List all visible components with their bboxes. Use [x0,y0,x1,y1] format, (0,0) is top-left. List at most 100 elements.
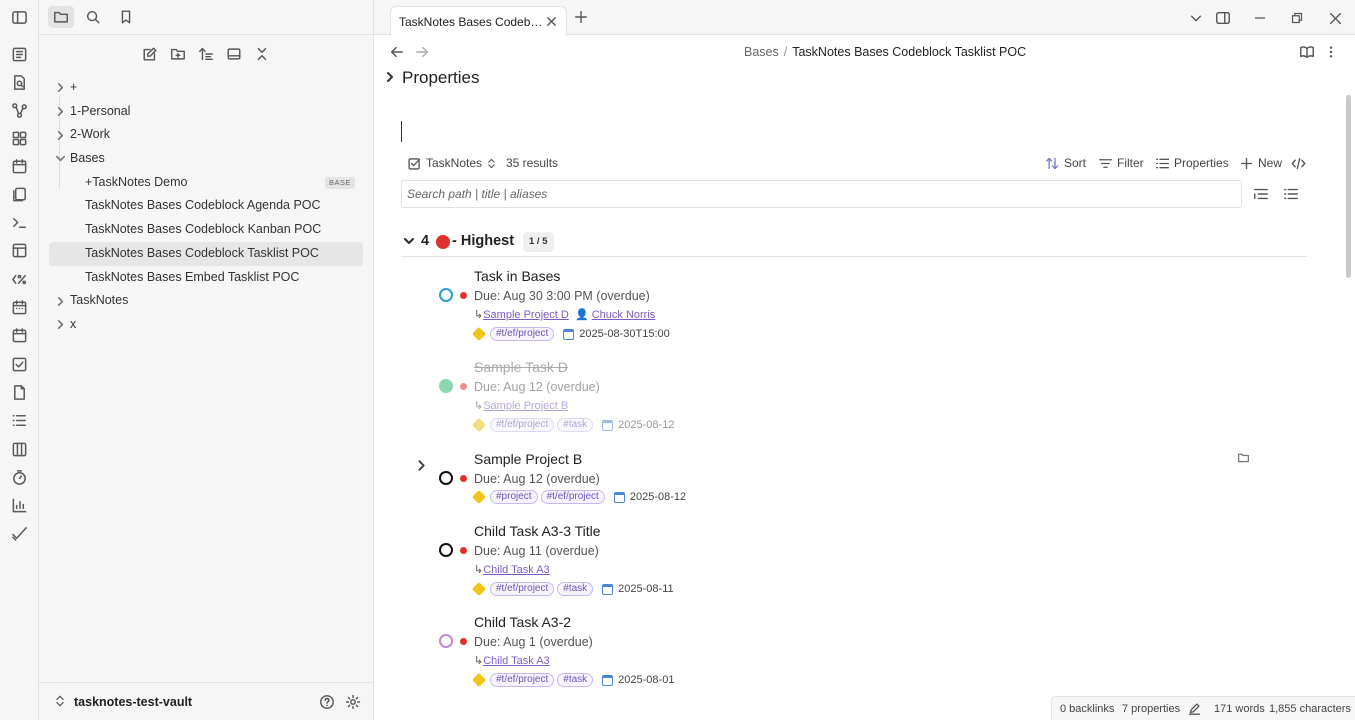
layout-icon[interactable] [10,241,28,259]
task-title[interactable]: Task in Bases [474,268,560,284]
breadcrumb-parent[interactable]: Bases [744,45,779,59]
settings-gear-icon[interactable] [344,693,362,711]
back-arrow-icon[interactable] [388,43,406,61]
auto-reveal-icon[interactable] [224,44,244,64]
folder-icon[interactable] [1237,451,1250,467]
calendar-icon[interactable] [10,157,28,175]
calendar-grid-icon[interactable] [10,298,28,316]
status-circle[interactable] [439,543,453,557]
list-icon[interactable] [10,411,28,429]
percent-code-icon[interactable] [10,270,28,288]
help-icon[interactable] [318,693,336,711]
task-due[interactable]: Due: Aug 12 (overdue) [474,380,600,394]
vault-name[interactable]: tasknotes-test-vault [74,695,192,709]
sort-order-icon[interactable] [196,44,216,64]
task-card[interactable]: Child Task A3-3 Title Due: Aug 11 (overd… [401,523,1307,609]
outline-indent-icon[interactable] [1253,186,1269,202]
more-options-icon[interactable] [1322,43,1340,61]
task-due[interactable]: Due: Aug 30 3:00 PM (overdue) [474,289,650,303]
task-due[interactable]: Due: Aug 11 (overdue) [474,544,599,558]
task-card[interactable]: Child Task A3-2 Due: Aug 1 (overdue) ↳Ch… [401,614,1307,700]
pages-icon[interactable] [10,185,28,203]
person-link[interactable]: Chuck Norris [592,309,656,321]
tree-file-selected[interactable]: TaskNotes Bases Codeblock Tasklist POC [49,241,363,266]
chevron-right-icon[interactable] [415,459,428,475]
search-input[interactable] [402,181,1241,207]
priority-dot[interactable] [460,292,467,299]
task-title[interactable]: Child Task A3-2 [474,614,571,630]
tag-pill[interactable]: #task [557,673,594,687]
tree-folder[interactable]: x [49,313,363,337]
search-icon[interactable] [80,6,106,28]
new-folder-icon[interactable] [168,44,188,64]
chevron-updown-icon[interactable] [53,694,67,711]
kanban-icon[interactable] [10,440,28,458]
tree-folder[interactable]: 1-Personal [49,100,363,124]
forward-arrow-icon[interactable] [413,43,431,61]
reading-view-book-icon[interactable] [1298,43,1316,61]
tag-pill[interactable]: #t/ef/project [490,418,555,432]
tree-file[interactable]: TaskNotes Bases Codeblock Agenda POC [49,194,363,218]
task-due[interactable]: Due: Aug 12 (overdue) [474,472,600,486]
group-header-highest[interactable]: 4 - Highest 1 / 5 [401,231,1307,257]
close-window-icon[interactable] [1326,9,1344,27]
tab-list-chevron-down-icon[interactable] [1187,9,1205,27]
document-icon[interactable] [10,383,28,401]
timer-icon[interactable] [10,468,28,486]
close-icon[interactable] [546,15,558,27]
blocks-icon[interactable] [10,129,28,147]
tag-pill[interactable]: #t/ef/project [490,327,555,341]
file-search-icon[interactable] [10,73,28,91]
project-link[interactable]: Sample Project B [483,400,568,412]
task-card[interactable]: Task in Bases Due: Aug 30 3:00 PM (overd… [401,268,1307,354]
minimize-icon[interactable] [1251,9,1269,27]
tag-pill[interactable]: #t/ef/project [490,673,555,687]
sidebar-toggle-icon[interactable] [10,8,28,26]
priority-dot[interactable] [460,383,467,390]
dashboard-icon[interactable] [10,45,28,63]
tree-folder[interactable]: 2-Work [49,123,363,147]
status-circle[interactable] [439,471,453,485]
code-view-icon[interactable] [1291,153,1306,173]
task-title[interactable]: Sample Task D [474,359,568,375]
bookmark-icon[interactable] [113,6,139,28]
tag-pill[interactable]: #t/ef/project [490,582,555,596]
new-button[interactable]: New [1239,153,1282,173]
properties-button[interactable]: Properties [1155,153,1229,173]
tag-pill[interactable]: #task [557,418,594,432]
collapse-all-icon[interactable] [252,44,272,64]
graph-icon[interactable] [10,101,28,119]
sort-button[interactable]: Sort [1045,153,1086,173]
breadcrumb-current[interactable]: TaskNotes Bases Codeblock Tasklist POC [792,45,1026,59]
project-link[interactable]: Child Task A3 [483,655,549,667]
backlinks-count[interactable]: 0 backlinks [1060,703,1114,715]
status-circle[interactable] [439,288,453,302]
editor-scrollbar[interactable] [1346,95,1351,278]
files-tab-icon[interactable] [48,6,74,28]
task-title[interactable]: Child Task A3-3 Title [474,523,601,539]
task-title[interactable]: Sample Project B [474,451,582,467]
terminal-icon[interactable] [10,213,28,231]
chart-icon[interactable] [10,496,28,514]
status-circle-done[interactable] [439,379,453,393]
view-selector[interactable]: TaskNotes [407,153,497,173]
right-sidebar-toggle-icon[interactable] [1214,9,1232,27]
project-link[interactable]: Sample Project D [483,309,569,321]
tree-folder[interactable]: TaskNotes [49,289,363,313]
tree-file[interactable]: TaskNotes Bases Embed Tasklist POC [49,266,363,290]
filter-button[interactable]: Filter [1098,153,1144,173]
status-circle[interactable] [439,634,453,648]
tree-folder-open[interactable]: Bases [49,147,363,171]
tree-file[interactable]: TaskNotes Bases Codeblock Kanban POC [49,218,363,242]
tag-pill[interactable]: #project [490,490,538,504]
checkmark-icon[interactable] [10,524,28,542]
tab-active-note[interactable]: TaskNotes Bases Codeblock Tasklist POC [390,6,567,36]
priority-dot[interactable] [460,638,467,645]
tree-folder[interactable]: + [49,76,363,100]
task-card-completed[interactable]: Sample Task D Due: Aug 12 (overdue) ↳Sam… [401,359,1307,445]
calendar-day-icon[interactable] [10,326,28,344]
list-view-icon[interactable] [1283,186,1299,202]
task-due[interactable]: Due: Aug 1 (overdue) [474,635,593,649]
tag-pill[interactable]: #task [557,582,594,596]
new-note-icon[interactable] [140,44,160,64]
